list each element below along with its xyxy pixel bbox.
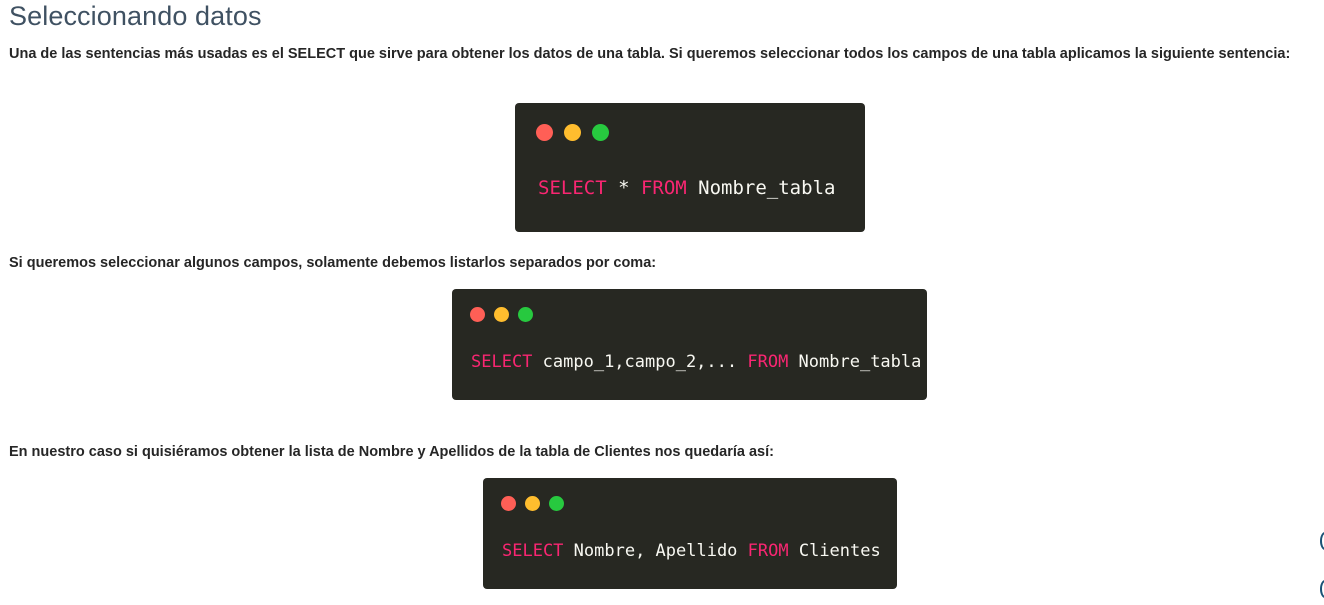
maximize-dot-icon [592, 124, 609, 141]
maximize-dot-icon [549, 496, 564, 511]
minimize-dot-icon [564, 124, 581, 141]
intro-paragraph: Una de las sentencias más usadas es el S… [9, 46, 1291, 62]
code-keyword: FROM [747, 541, 789, 561]
code-keyword: FROM [640, 177, 687, 199]
window-controls [501, 496, 564, 511]
minimize-dot-icon [494, 307, 509, 322]
some-fields-paragraph: Si queremos seleccionar algunos campos, … [9, 255, 657, 271]
code-keyword: SELECT [538, 177, 607, 199]
page-title: Seleccionando datos [9, 1, 262, 31]
floating-widget-icon[interactable] [1320, 580, 1324, 598]
code-line: SELECT campo_1,campo_2,... FROM Nombre_t… [471, 352, 921, 372]
code-text: Nombre_tabla [788, 352, 922, 372]
code-line: SELECT * FROM Nombre_tabla [538, 177, 835, 199]
code-text: Clientes [788, 541, 881, 561]
close-dot-icon [536, 124, 553, 141]
code-text: campo_1,campo_2,... [532, 352, 748, 372]
our-case-paragraph: En nuestro caso si quisiéramos obtener l… [9, 444, 774, 460]
maximize-dot-icon [518, 307, 533, 322]
close-dot-icon [501, 496, 516, 511]
code-text: Nombre, Apellido [563, 541, 748, 561]
floating-widget-icon[interactable] [1320, 532, 1324, 550]
code-keyword: SELECT [502, 541, 564, 561]
window-controls [470, 307, 533, 322]
code-block-select-fields: SELECT campo_1,campo_2,... FROM Nombre_t… [452, 289, 927, 400]
code-line: SELECT Nombre, Apellido FROM Clientes [502, 541, 881, 561]
window-controls [536, 124, 609, 141]
minimize-dot-icon [525, 496, 540, 511]
code-text: Nombre_tabla [686, 177, 836, 199]
code-block-select-all: SELECT * FROM Nombre_tabla [515, 103, 865, 232]
code-block-select-clientes: SELECT Nombre, Apellido FROM Clientes [483, 478, 897, 589]
code-keyword: FROM [747, 352, 789, 372]
code-text: * [606, 177, 641, 199]
code-keyword: SELECT [471, 352, 533, 372]
close-dot-icon [470, 307, 485, 322]
